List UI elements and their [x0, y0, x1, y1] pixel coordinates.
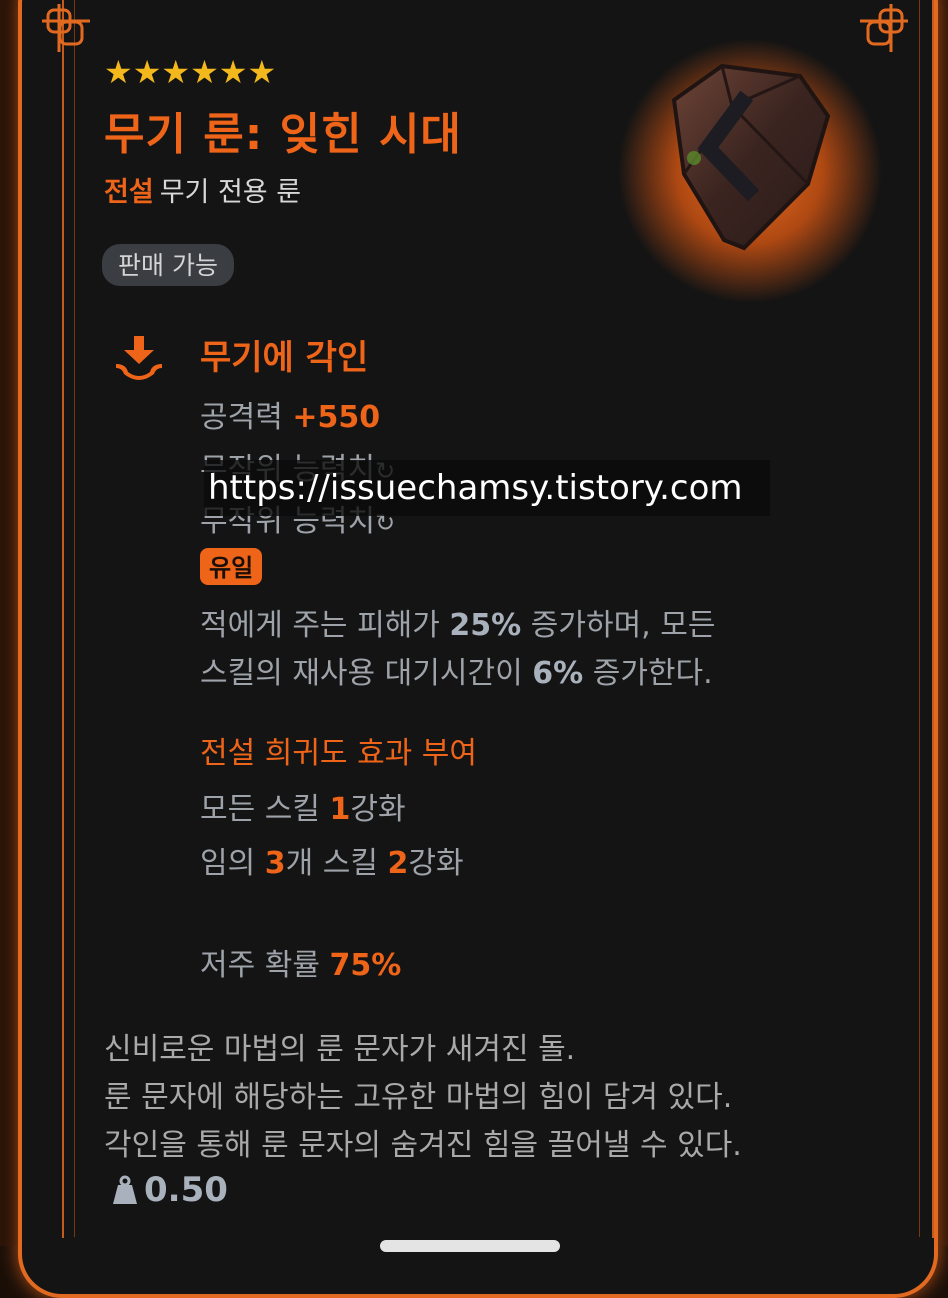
attack-stat: 공격력 +550: [200, 392, 380, 436]
legend-text: 개 스킬: [285, 846, 378, 881]
curse-value: 75%: [329, 948, 402, 983]
legend-text: 모든 스킬: [200, 792, 320, 827]
legend-text: 임의: [200, 846, 256, 881]
star-icons: ★★★★★★: [104, 53, 277, 91]
star-rating: ★★★★★★: [104, 54, 276, 90]
item-grade: 전설: [104, 177, 154, 208]
engrave-download-icon: [116, 336, 162, 380]
unique-effect-line-1: 적에게 주는 피해가 25% 증가하며, 모든: [200, 600, 715, 644]
legend-value: 3: [264, 846, 286, 881]
effect-text: 증가한다.: [592, 656, 713, 691]
attack-label: 공격력: [200, 400, 283, 435]
description-line: 신비로운 마법의 룬 문자가 새겨진 돌.: [104, 1032, 576, 1067]
curse-chance: 저주 확률 75%: [200, 940, 401, 984]
effect-value: 6%: [532, 656, 584, 691]
attack-value: +550: [292, 400, 381, 435]
unique-effect-line-2: 스킬의 재사용 대기시간이 6% 증가한다.: [200, 648, 713, 692]
description-line: 각인을 통해 룬 문자의 숨겨진 힘을 끌어낼 수 있다.: [104, 1128, 742, 1163]
weight-value: 0.50: [144, 1170, 228, 1210]
effect-value: 25%: [449, 608, 522, 643]
legend-effect-title: 전설 희귀도 효과 부여: [200, 736, 478, 771]
weight-icon: [113, 1175, 137, 1204]
legend-value: 2: [387, 846, 409, 881]
legend-effect-line-1: 모든 스킬 1강화: [200, 784, 406, 828]
item-subtitle: 전설 무기 전용 룬: [104, 170, 301, 209]
item-weight: 0.50: [112, 1170, 228, 1210]
item-type: 무기 전용 룬: [159, 177, 302, 208]
item-name: 무기 룬: 잊힌 시대: [104, 109, 462, 160]
effect-text: 증가하며, 모든: [530, 608, 716, 643]
unique-badge: 유일: [200, 548, 263, 585]
corner-knot-icon: [42, 4, 90, 52]
effect-text: 적에게 주는 피해가: [200, 608, 440, 643]
engrave-section-title: 무기에 각인: [200, 338, 369, 378]
effect-text: 스킬의 재사용 대기시간이: [200, 656, 523, 691]
legend-value: 1: [329, 792, 351, 827]
sell-status-badge: 판매 가능: [102, 244, 234, 286]
curse-label: 저주 확률: [200, 948, 320, 983]
description-line: 룬 문자에 해당하는 고유한 마법의 힘이 담겨 있다.: [104, 1080, 733, 1115]
legend-text: 강화: [408, 846, 464, 881]
rune-stone-icon: [618, 39, 882, 303]
watermark-url: https://issuechamsy.tistory.com: [204, 460, 770, 516]
legend-effect-line-2: 임의 3개 스킬 2강화: [200, 838, 464, 882]
legend-text: 강화: [350, 792, 406, 827]
scroll-handle[interactable]: [380, 1240, 560, 1252]
